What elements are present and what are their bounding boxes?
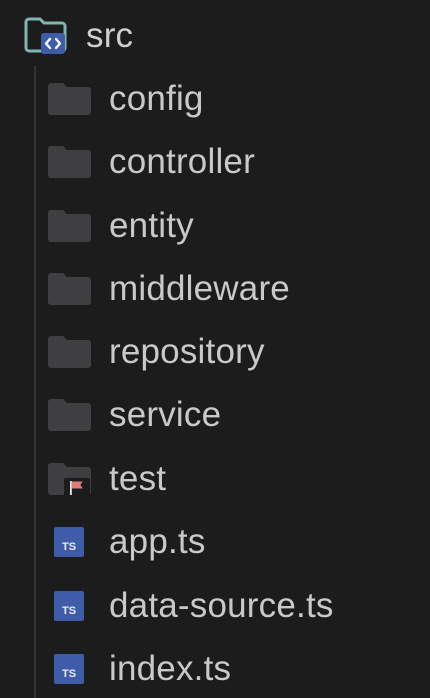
tree-item-label: service bbox=[109, 395, 222, 434]
ts-badge-text: TS bbox=[62, 605, 76, 617]
tree-item-label: config bbox=[109, 79, 204, 118]
tree-item-label: src bbox=[86, 16, 134, 55]
tree-item-data-source-ts[interactable]: TS data-source.ts bbox=[0, 574, 430, 638]
tree-item-test[interactable]: test bbox=[0, 447, 430, 511]
tree-item-label: test bbox=[109, 459, 167, 498]
typescript-file-icon: TS bbox=[54, 654, 84, 684]
folder-icon bbox=[48, 398, 92, 432]
tree-item-label: entity bbox=[109, 206, 194, 245]
folder-test-icon bbox=[48, 462, 92, 496]
tree-item-app-ts[interactable]: TS app.ts bbox=[0, 510, 430, 574]
tree-item-middleware[interactable]: middleware bbox=[0, 257, 430, 321]
tree-item-label: repository bbox=[109, 332, 265, 371]
tree-item-label: index.ts bbox=[109, 649, 232, 688]
tree-item-src[interactable]: src bbox=[0, 4, 430, 68]
tree-item-entity[interactable]: entity bbox=[0, 194, 430, 258]
folder-icon bbox=[48, 272, 92, 306]
tree-item-label: middleware bbox=[109, 269, 290, 308]
tree-item-label: app.ts bbox=[109, 522, 206, 561]
tree-item-label: controller bbox=[109, 142, 255, 181]
folder-icon bbox=[48, 209, 92, 243]
tree-item-repository[interactable]: repository bbox=[0, 320, 430, 384]
file-explorer-tree: src config controller entity middleware … bbox=[0, 0, 430, 698]
tree-item-config[interactable]: config bbox=[0, 67, 430, 131]
folder-icon bbox=[48, 82, 92, 116]
folder-icon bbox=[48, 145, 92, 179]
tree-item-controller[interactable]: controller bbox=[0, 130, 430, 194]
folder-icon bbox=[48, 335, 92, 369]
tree-item-index-ts[interactable]: TS index.ts bbox=[0, 637, 430, 698]
tree-item-label: data-source.ts bbox=[109, 586, 334, 625]
typescript-file-icon: TS bbox=[54, 527, 84, 557]
folder-src-icon bbox=[24, 16, 68, 56]
ts-badge-text: TS bbox=[62, 541, 76, 553]
ts-badge-text: TS bbox=[62, 668, 76, 680]
tree-item-service[interactable]: service bbox=[0, 383, 430, 447]
typescript-file-icon: TS bbox=[54, 591, 84, 621]
